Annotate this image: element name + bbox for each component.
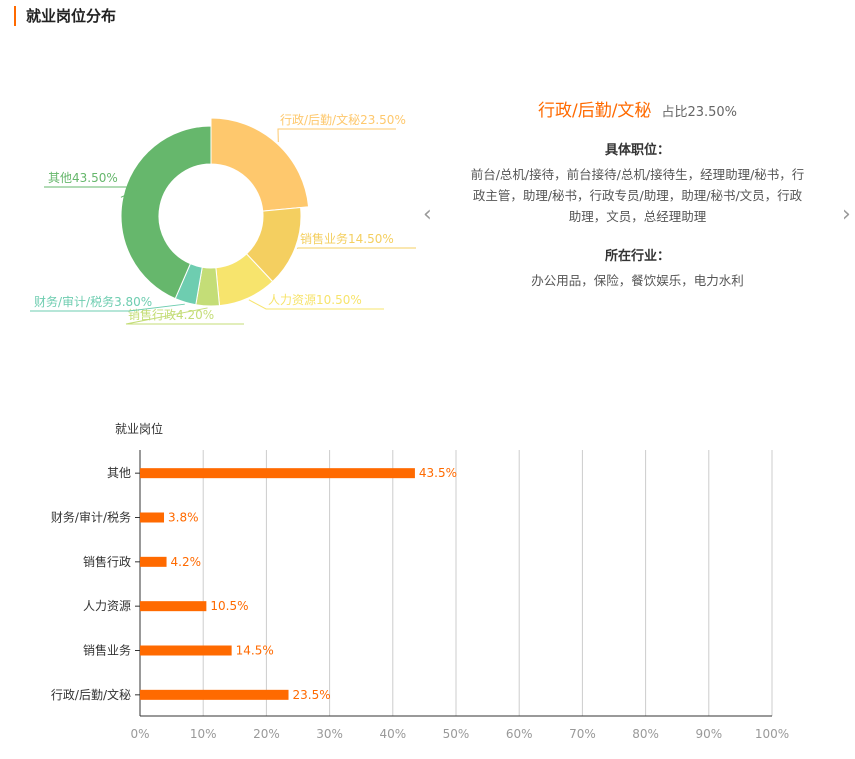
donut-label-行政-后勤-文秘: 行政/后勤/文秘23.50% <box>280 112 406 127</box>
x-tick-label: 70% <box>569 727 596 741</box>
bar-销售行政[interactable] <box>140 556 167 567</box>
industries-text: 办公用品，保险，餐饮娱乐，电力水利 <box>531 273 744 288</box>
donut-label-财务-审计-税务: 财务/审计/税务3.80% <box>34 294 152 309</box>
category-detail-panel: 行政/后勤/文秘 占比23.50% 具体职位： 前台/总机/接待，前台接待/总机/… <box>440 96 835 291</box>
detail-header: 行政/后勤/文秘 占比23.50% <box>440 96 835 121</box>
section-title: 就业岗位分布 <box>14 6 116 26</box>
bar-value-label: 43.5% <box>419 466 457 480</box>
category-label-行政-后勤-文秘: 行政/后勤/文秘 <box>51 687 131 702</box>
x-tick-label: 40% <box>379 727 406 741</box>
bar-value-label: 3.8% <box>168 511 199 525</box>
bar-value-label: 14.5% <box>236 644 274 658</box>
x-tick-label: 30% <box>316 727 343 741</box>
positions-text: 前台/总机/接待，前台接待/总机/接待生，经理助理/秘书，行政主管，助理/秘书，… <box>470 167 805 224</box>
bar-人力资源[interactable] <box>140 601 207 612</box>
donut-label-人力资源: 人力资源10.50% <box>268 293 362 307</box>
x-tick-label: 60% <box>506 727 533 741</box>
bar-value-label: 10.5% <box>210 599 248 613</box>
donut-label-line <box>296 247 416 249</box>
category-label-其他: 其他 <box>107 466 131 480</box>
bar-财务-审计-税务[interactable] <box>140 512 165 523</box>
donut-slice-行政-后勤-文秘[interactable] <box>210 117 310 212</box>
bar-value-label: 4.2% <box>171 555 202 569</box>
donut-label-line <box>277 128 396 143</box>
chevron-left-icon[interactable]: ‹ <box>423 204 432 226</box>
category-label-销售业务: 销售业务 <box>83 643 131 658</box>
donut-label-销售业务: 销售业务14.50% <box>300 231 394 246</box>
bar-销售业务[interactable] <box>140 645 232 656</box>
x-tick-label: 100% <box>755 727 789 741</box>
x-tick-label: 80% <box>632 727 659 741</box>
donut-chart: 行政/后勤/文秘23.50%销售业务14.50%人力资源10.50%销售行政4.… <box>30 112 416 325</box>
category-label-人力资源: 人力资源 <box>83 599 131 613</box>
bar-chart-title: 就业岗位 <box>115 421 163 436</box>
bar-chart: 就业岗位 0% 10% 20% 30% 40% 50% 60% 70% 80% 90% 100% 其他 4… <box>51 421 789 741</box>
x-tick-label: 90% <box>695 727 722 741</box>
positions-heading: 具体职位： <box>604 143 670 158</box>
detail-share: 占比23.50% <box>661 105 738 120</box>
category-label-销售行政: 销售行政 <box>83 554 131 569</box>
detail-title: 行政/后勤/文秘 <box>537 101 652 121</box>
bar-行政-后勤-文秘[interactable] <box>140 689 289 700</box>
donut-label-其他: 其他43.50% <box>48 171 118 185</box>
bar-其他[interactable] <box>140 468 415 479</box>
category-label-财务-审计-税务: 财务/审计/税务 <box>51 510 131 525</box>
x-tick-label: 20% <box>253 727 280 741</box>
bar-value-label: 23.5% <box>293 688 331 702</box>
x-tick-label: 50% <box>443 727 470 741</box>
x-tick-label: 0% <box>130 727 149 741</box>
chevron-right-icon[interactable]: › <box>842 204 851 226</box>
industries-heading: 所在行业： <box>604 249 670 264</box>
x-tick-label: 10% <box>190 727 217 741</box>
